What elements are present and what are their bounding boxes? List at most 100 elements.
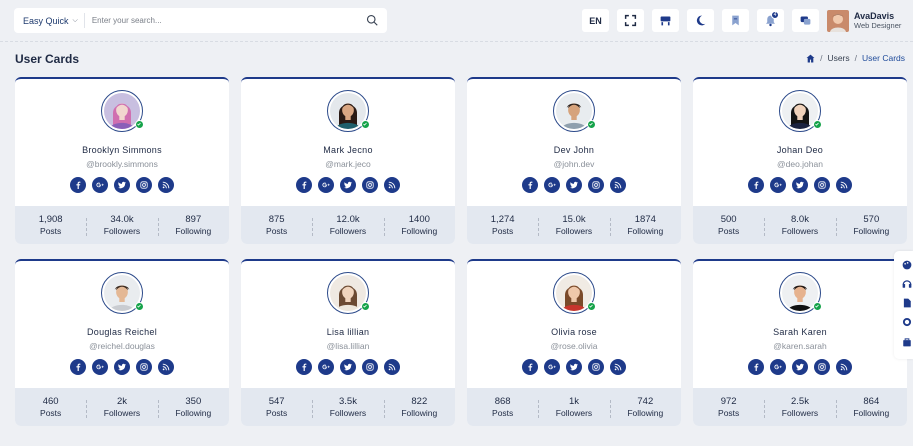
facebook-icon[interactable] bbox=[296, 177, 312, 193]
user-profile[interactable]: AvaDavis Web Designer bbox=[827, 8, 901, 33]
stat-posts-label: Posts bbox=[40, 225, 62, 236]
instagram-icon[interactable] bbox=[814, 177, 830, 193]
stat-posts: 972 Posts bbox=[693, 396, 764, 419]
google-plus-icon[interactable] bbox=[770, 359, 786, 375]
avatar[interactable] bbox=[779, 272, 822, 314]
facebook-icon[interactable] bbox=[70, 177, 86, 193]
rss-icon[interactable] bbox=[158, 177, 174, 193]
user-card: Brooklyn Simmons @brookly.simmons 1,908 … bbox=[15, 77, 229, 244]
avatar[interactable] bbox=[101, 90, 144, 132]
home-icon[interactable] bbox=[806, 54, 815, 63]
bookmark-button[interactable] bbox=[722, 9, 749, 32]
palette-icon[interactable] bbox=[902, 260, 912, 270]
headset-icon[interactable] bbox=[902, 279, 912, 289]
avatar[interactable] bbox=[327, 272, 370, 314]
rss-icon[interactable] bbox=[836, 359, 852, 375]
bag-icon[interactable] bbox=[902, 337, 912, 347]
rss-icon[interactable] bbox=[158, 359, 174, 375]
instagram-icon[interactable] bbox=[362, 359, 378, 375]
stat-followers-value: 3.5k bbox=[339, 395, 357, 407]
chat-icon bbox=[800, 16, 811, 25]
instagram-icon[interactable] bbox=[814, 359, 830, 375]
user-card-name: Lisa lillian bbox=[326, 327, 370, 337]
notifications-button[interactable]: 4 bbox=[757, 9, 784, 32]
twitter-icon[interactable] bbox=[792, 177, 808, 193]
layout-button[interactable] bbox=[652, 9, 679, 32]
stat-followers-value: 1k bbox=[568, 395, 580, 407]
facebook-icon[interactable] bbox=[522, 177, 538, 193]
stat-posts-label: Posts bbox=[40, 407, 62, 418]
avatar[interactable] bbox=[553, 272, 596, 314]
google-plus-icon[interactable] bbox=[770, 177, 786, 193]
user-card-name: Brooklyn Simmons bbox=[82, 145, 162, 155]
twitter-icon[interactable] bbox=[792, 359, 808, 375]
messages-button[interactable] bbox=[792, 9, 819, 32]
user-card-stats: 500 Posts 8.0k Followers 570 Following bbox=[693, 206, 907, 244]
rss-icon[interactable] bbox=[384, 359, 400, 375]
google-plus-icon[interactable] bbox=[318, 177, 334, 193]
facebook-icon[interactable] bbox=[748, 177, 764, 193]
user-card-handle: @john.dev bbox=[553, 159, 595, 169]
twitter-icon[interactable] bbox=[340, 177, 356, 193]
avatar[interactable] bbox=[327, 90, 370, 132]
stat-posts: 868 Posts bbox=[467, 396, 538, 419]
breadcrumb-user-cards: User Cards bbox=[862, 53, 905, 63]
fullscreen-button[interactable] bbox=[617, 9, 644, 32]
facebook-icon[interactable] bbox=[522, 359, 538, 375]
twitter-icon[interactable] bbox=[114, 177, 130, 193]
stat-followers-value: 2k bbox=[116, 395, 128, 407]
stat-followers-label: Followers bbox=[555, 225, 593, 236]
instagram-icon[interactable] bbox=[588, 177, 604, 193]
notification-badge: 4 bbox=[771, 11, 779, 19]
twitter-icon[interactable] bbox=[114, 359, 130, 375]
social-links bbox=[241, 177, 455, 193]
user-card-stats: 1,274 Posts 15.0k Followers 1874 Followi… bbox=[467, 206, 681, 244]
theme-toggle-button[interactable] bbox=[687, 9, 714, 32]
instagram-icon[interactable] bbox=[136, 359, 152, 375]
google-plus-icon[interactable] bbox=[544, 177, 560, 193]
user-card-name: Mark Jecno bbox=[323, 145, 373, 155]
language-button[interactable]: EN bbox=[582, 9, 609, 32]
user-card-stats: 460 Posts 2k Followers 350 Following bbox=[15, 388, 229, 426]
rss-icon[interactable] bbox=[384, 177, 400, 193]
twitter-icon[interactable] bbox=[340, 359, 356, 375]
stat-posts: 460 Posts bbox=[15, 396, 86, 419]
google-plus-icon[interactable] bbox=[318, 359, 334, 375]
twitter-icon[interactable] bbox=[566, 177, 582, 193]
instagram-icon[interactable] bbox=[136, 177, 152, 193]
search-input[interactable] bbox=[91, 16, 387, 25]
user-card: Sarah Karen @karen.sarah 972 Posts 2.5k … bbox=[693, 259, 907, 426]
google-plus-icon[interactable] bbox=[92, 359, 108, 375]
user-card: Douglas Reichel @reichel.douglas 460 Pos… bbox=[15, 259, 229, 426]
search-icon[interactable] bbox=[366, 14, 378, 26]
fullscreen-icon bbox=[624, 14, 637, 27]
facebook-icon[interactable] bbox=[70, 359, 86, 375]
rss-icon[interactable] bbox=[610, 359, 626, 375]
instagram-icon[interactable] bbox=[362, 177, 378, 193]
avatar[interactable] bbox=[553, 90, 596, 132]
online-status-icon bbox=[361, 302, 370, 311]
stat-posts-value: 1,274 bbox=[490, 213, 515, 225]
user-card-handle: @mark.jeco bbox=[325, 159, 371, 169]
avatar[interactable] bbox=[101, 272, 144, 314]
avatar[interactable] bbox=[779, 90, 822, 132]
twitter-icon[interactable] bbox=[566, 359, 582, 375]
rss-icon[interactable] bbox=[610, 177, 626, 193]
google-plus-icon[interactable] bbox=[544, 359, 560, 375]
easy-quick-dropdown[interactable]: Easy Quick ⌵ bbox=[14, 13, 85, 28]
stat-following: 570 Following bbox=[835, 214, 907, 237]
rss-icon[interactable] bbox=[836, 177, 852, 193]
stat-following-value: 742 bbox=[637, 395, 654, 407]
stat-following: 864 Following bbox=[835, 396, 907, 419]
social-links bbox=[467, 177, 681, 193]
instagram-icon[interactable] bbox=[588, 359, 604, 375]
document-icon[interactable] bbox=[902, 298, 912, 308]
facebook-icon[interactable] bbox=[296, 359, 312, 375]
social-links bbox=[467, 359, 681, 375]
gear-icon[interactable] bbox=[902, 317, 912, 327]
google-plus-icon[interactable] bbox=[92, 177, 108, 193]
facebook-icon[interactable] bbox=[748, 359, 764, 375]
stat-following-label: Following bbox=[401, 407, 438, 418]
stat-following-value: 1874 bbox=[634, 213, 656, 225]
breadcrumb-users[interactable]: Users bbox=[827, 53, 849, 63]
